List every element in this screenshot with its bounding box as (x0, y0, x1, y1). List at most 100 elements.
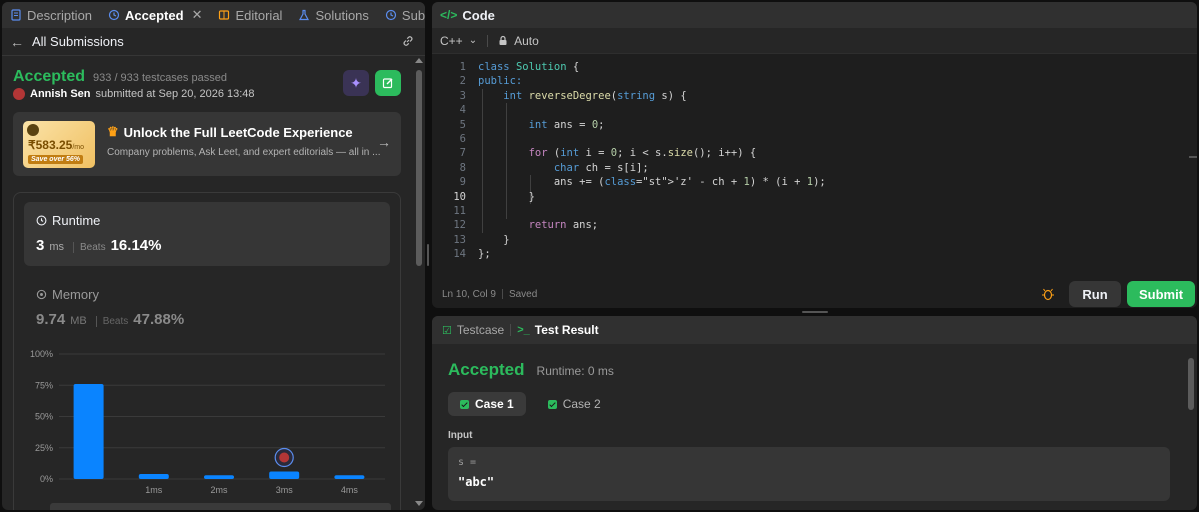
chevron-down-icon[interactable]: ⌄ (469, 35, 477, 46)
input-value: "abc" (458, 475, 495, 489)
memory-value: 9.74 (36, 311, 66, 328)
testcases-passed: 933 / 933 testcases passed (93, 72, 227, 84)
case-2-tab[interactable]: Case 2 (536, 392, 613, 416)
tab-editorial[interactable]: Editorial (210, 2, 290, 28)
submitter-line: Annish Sen submitted at Sep 20, 2026 13:… (13, 88, 255, 100)
premium-promo[interactable]: ₹583.25/mo Save over 56% ♛ Unlock the Ful… (13, 112, 401, 176)
code-line[interactable]: } (478, 233, 826, 247)
code-text[interactable]: class Solution {public: int reverseDegre… (478, 60, 826, 261)
tab-solutions[interactable]: Solutions (290, 2, 376, 28)
close-icon[interactable]: ✕ (192, 7, 203, 23)
scroll-up-arrow[interactable] (415, 58, 423, 63)
terminal-icon: >_ (517, 324, 530, 336)
scrollbar-thumb[interactable] (1188, 358, 1194, 410)
bar[interactable] (138, 474, 169, 479)
bar[interactable] (269, 471, 300, 480)
submission-scrollbar[interactable] (415, 58, 423, 506)
submit-button[interactable]: Submit (1127, 281, 1195, 307)
code-line[interactable]: int ans = 0; (478, 118, 826, 132)
code-line[interactable] (478, 132, 826, 146)
all-submissions-link[interactable]: All Submissions (32, 34, 124, 49)
crown-icon: ♛ (107, 124, 119, 139)
price-card: ₹583.25/mo Save over 56% (23, 121, 95, 168)
beats-label: Beats (73, 242, 106, 253)
memory-unit: MB (70, 315, 87, 327)
avatar[interactable] (13, 88, 25, 100)
scroll-marker (1189, 156, 1197, 158)
tab-testcase[interactable]: ☑ Testcase (442, 323, 504, 337)
code-line[interactable] (478, 103, 826, 117)
y-tick-label: 0% (40, 474, 53, 484)
tab-submissions[interactable]: Submissions (377, 2, 425, 28)
code-line[interactable]: class Solution { (478, 60, 826, 74)
tab-accepted[interactable]: Accepted ✕ (100, 2, 210, 28)
submitted-time: submitted at Sep 20, 2026 13:48 (95, 88, 255, 100)
tab-label: Editorial (235, 7, 283, 23)
bar[interactable] (204, 475, 234, 479)
tab-label: Accepted (125, 7, 184, 23)
code-line[interactable]: char ch = s[i]; (478, 161, 826, 175)
line-number: 1 (459, 61, 466, 73)
bar[interactable] (334, 475, 365, 479)
code-line[interactable]: public: (478, 74, 826, 88)
memory-value-row: 9.74 MB Beats 47.88% (36, 311, 184, 328)
history-icon (385, 9, 397, 21)
ai-analyze-button[interactable]: ✦ (343, 70, 369, 96)
tab-description[interactable]: Description (2, 2, 100, 28)
result-scrollbar[interactable] (1188, 348, 1194, 508)
save-status: Saved (508, 288, 538, 300)
runtime-card[interactable]: Runtime 3 ms Beats 16.14% (24, 202, 390, 266)
code-line[interactable]: ans += (class="st">'z' - ch + 1) * (i + … (478, 175, 826, 189)
all-submissions-bar: ← All Submissions (2, 28, 425, 56)
save-badge: Save over 56% (28, 155, 84, 164)
code-line[interactable]: int reverseDegree(string s) { (478, 89, 826, 103)
line-number: 4 (459, 104, 466, 117)
runtime-label: Runtime (36, 213, 100, 228)
scroll-down-arrow[interactable] (415, 501, 423, 506)
scrollbar-thumb[interactable] (416, 70, 422, 266)
case-1-tab[interactable]: Case 1 (448, 392, 526, 416)
author-name[interactable]: Annish Sen (30, 88, 91, 100)
line-number: 3 (459, 89, 466, 102)
link-icon[interactable] (401, 34, 415, 48)
chart-svg: 100% 75% 50% 25% 0% 1ms 2ms 3ms 4ms (30, 349, 385, 495)
run-button[interactable]: Run (1069, 281, 1121, 307)
bar[interactable] (73, 384, 104, 479)
editor-toolbar: C++ ⌄ Auto (432, 28, 1197, 54)
code-line[interactable]: } (478, 190, 826, 204)
code-line[interactable] (478, 204, 826, 218)
promo-subtitle: Company problems, Ask Leet, and expert e… (107, 147, 381, 158)
x-tick-label: 2ms (210, 485, 228, 495)
language-select[interactable]: C++ (440, 34, 463, 48)
chart-range-bar[interactable] (50, 503, 391, 510)
status-accepted: Accepted (448, 360, 525, 379)
edit-notes-button[interactable] (375, 70, 401, 96)
code-panel: </> Code C++ ⌄ Auto 1 2 3 4 5 6 7 8 9 10 11 12 13 14 … (432, 2, 1197, 308)
auto-mode[interactable]: Auto (514, 34, 539, 48)
test-result-panel: ☑ Testcase >_ Test Result Accepted Runti… (432, 316, 1197, 510)
panel-resize-handle[interactable] (802, 311, 828, 313)
tab-label: Description (27, 7, 93, 23)
memory-label-text: Memory (52, 287, 99, 302)
debug-icon[interactable] (1040, 286, 1056, 302)
input-value-box[interactable]: s = "abc" (448, 447, 1170, 501)
code-tab: </> Code (432, 2, 1197, 28)
case-label: Case 1 (475, 397, 514, 411)
memory-label[interactable]: Memory (36, 287, 99, 302)
x-tick-label: 1ms (145, 485, 163, 495)
case-tabs: Case 1 Case 2 (448, 392, 613, 416)
y-tick-label: 50% (35, 412, 53, 422)
code-editor[interactable]: 1 2 3 4 5 6 7 8 9 10 11 12 13 14 class Solution {publ… (432, 58, 1197, 268)
tab-test-result[interactable]: >_ Test Result (517, 323, 598, 337)
code-line[interactable]: return ans; (478, 218, 826, 232)
book-icon (219, 10, 230, 20)
back-arrow-icon[interactable]: ← (10, 34, 24, 50)
code-line[interactable]: }; (478, 247, 826, 261)
flask-icon (299, 9, 310, 21)
code-line[interactable]: for (int i = 0; i < s.size(); i++) { (478, 146, 826, 160)
panel-resize-handle[interactable] (427, 244, 429, 266)
toolbar-divider (487, 34, 489, 47)
promo-title-text: Unlock the Full LeetCode Experience (123, 124, 353, 140)
runtime-unit: ms (49, 241, 65, 253)
price-period: /mo (72, 144, 85, 151)
